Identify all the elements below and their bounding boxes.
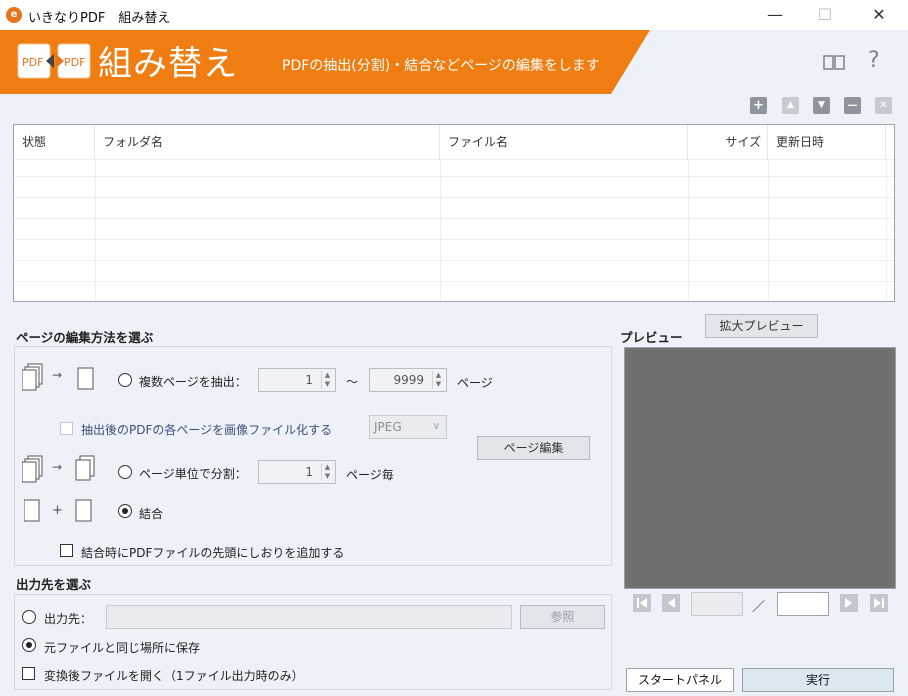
chevron-down-icon: ∨ <box>432 421 440 432</box>
open-after-checkbox[interactable] <box>22 667 35 680</box>
merge-bookmark-checkbox[interactable] <box>60 544 73 557</box>
table-row-divider <box>14 197 894 198</box>
image-format-value: JPEG <box>374 420 402 434</box>
svg-text:→: → <box>52 368 62 382</box>
table-row-divider <box>14 218 894 219</box>
total-pages-field <box>777 592 829 616</box>
extract-to-value: 9999 <box>393 373 424 387</box>
table-row-divider <box>14 260 894 261</box>
maximize-button[interactable]: ☐ <box>802 0 848 30</box>
split-label: ページ単位で分割： <box>139 467 247 481</box>
split-radio[interactable] <box>118 465 132 479</box>
column-header-size[interactable]: サイズ <box>688 125 768 159</box>
help-icon[interactable]: ? <box>868 48 880 73</box>
merge-label: 結合 <box>139 507 164 521</box>
run-button[interactable]: 実行 <box>742 668 894 692</box>
app-logo-icon: e <box>6 7 22 23</box>
table-row-divider <box>14 281 894 282</box>
output-folder-radio[interactable] <box>22 610 36 624</box>
extract-label: 複数ページを抽出： <box>139 375 247 389</box>
table-col-divider <box>768 159 769 301</box>
page-subtitle: PDFの抽出(分割)・結合などページの編集をします <box>282 58 600 74</box>
split-unit-label: ページ毎 <box>346 468 394 482</box>
preview-title: プレビュー <box>620 330 683 345</box>
preview-area <box>624 347 896 589</box>
clear-files-button[interactable]: ✕ <box>875 97 892 114</box>
range-tilde: ～ <box>346 375 359 389</box>
move-up-button[interactable]: ▲ <box>782 97 799 114</box>
image-convert-label: 抽出後のPDFの各ページを画像ファイル化する <box>81 423 333 437</box>
edit-section-title: ページの編集方法を選ぶ <box>16 330 154 345</box>
manual-book-icon[interactable] <box>822 52 846 72</box>
merge-bookmark-label: 結合時にPDFファイルの先頭にしおりを追加する <box>81 546 345 560</box>
zoom-preview-button[interactable]: 拡大プレビュー <box>705 314 818 338</box>
last-page-icon[interactable] <box>870 594 888 612</box>
page-title: 組み替え <box>98 44 238 84</box>
svg-text:→: → <box>52 460 62 474</box>
extract-pages-icon: → <box>21 362 102 395</box>
table-row-divider <box>14 176 894 177</box>
same-place-radio[interactable] <box>22 638 36 652</box>
stepper-arrows-icon[interactable]: ▲ ▼ <box>321 463 333 481</box>
move-down-button[interactable]: ▼ <box>813 97 830 114</box>
browse-button[interactable]: 参照 <box>520 605 605 629</box>
page-separator: ／ <box>752 600 766 615</box>
page-edit-button[interactable]: ページ編集 <box>477 436 590 460</box>
prev-page-icon[interactable] <box>662 594 680 612</box>
page-unit-label: ページ <box>457 376 493 390</box>
column-header-modified[interactable]: 更新日時 <box>768 125 886 159</box>
svg-text:+: + <box>52 503 63 518</box>
extract-to-stepper[interactable]: 9999 ▲ ▼ <box>369 368 447 392</box>
remove-file-button[interactable]: — <box>844 97 861 114</box>
add-file-button[interactable]: + <box>750 97 767 114</box>
table-row-divider <box>14 239 894 240</box>
merge-radio[interactable] <box>118 504 132 518</box>
image-format-select[interactable]: JPEG ∨ <box>369 415 447 439</box>
split-pages-icon: → <box>21 454 102 489</box>
image-convert-checkbox[interactable] <box>60 422 73 435</box>
file-table[interactable]: 状態 フォルダ名 ファイル名 サイズ 更新日時 <box>13 124 895 302</box>
split-pages-value: 1 <box>305 465 313 479</box>
table-col-divider <box>440 159 441 301</box>
next-page-icon[interactable] <box>840 594 858 612</box>
merge-pages-icon: + <box>23 497 100 528</box>
extract-radio[interactable] <box>118 373 132 387</box>
extract-from-stepper[interactable]: 1 ▲ ▼ <box>258 368 336 392</box>
extract-from-value: 1 <box>305 373 313 387</box>
column-header-folder[interactable]: フォルダ名 <box>95 125 440 159</box>
first-page-icon[interactable] <box>633 594 651 612</box>
split-pages-stepper[interactable]: 1 ▲ ▼ <box>258 460 336 484</box>
table-col-divider <box>886 159 887 301</box>
close-button[interactable]: ✕ <box>856 0 902 30</box>
table-col-divider <box>95 159 96 301</box>
pdf-reorder-icon: PDF PDF <box>16 40 92 82</box>
column-header-status[interactable]: 状態 <box>14 125 95 159</box>
open-after-label: 変換後ファイルを開く（1ファイル出力時のみ） <box>44 669 304 683</box>
output-path-field[interactable] <box>106 605 512 629</box>
window-title: いきなりPDF 組み替え <box>28 11 171 26</box>
table-col-divider <box>688 159 689 301</box>
output-section-title: 出力先を選ぶ <box>16 577 92 592</box>
output-folder-label: 出力先： <box>44 612 93 626</box>
column-header-filename[interactable]: ファイル名 <box>440 125 688 159</box>
svg-text:PDF: PDF <box>22 56 43 69</box>
stepper-arrows-icon[interactable]: ▲ ▼ <box>432 371 444 389</box>
svg-text:PDF: PDF <box>64 56 85 69</box>
same-place-label: 元ファイルと同じ場所に保存 <box>44 641 201 655</box>
stepper-arrows-icon[interactable]: ▲ ▼ <box>321 371 333 389</box>
current-page-field[interactable] <box>691 592 743 616</box>
minimize-button[interactable]: — <box>752 0 798 30</box>
table-row-divider <box>14 159 894 160</box>
start-panel-button[interactable]: スタートパネル <box>626 668 734 692</box>
